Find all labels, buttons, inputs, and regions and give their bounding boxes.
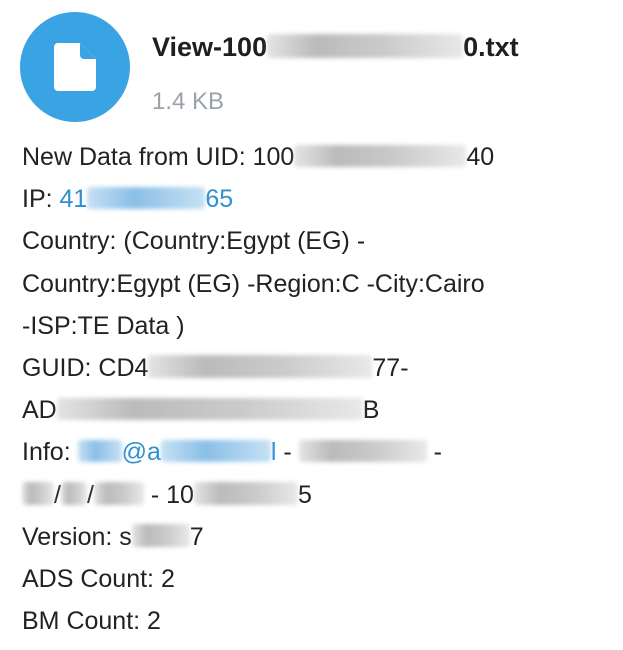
date-mid: - 10 — [143, 480, 194, 509]
date-sep-1: / — [54, 480, 61, 509]
ip-line: IP: 41 65 — [22, 178, 612, 220]
ip-start: 41 — [59, 185, 88, 214]
date-line: / / - 10 5 — [22, 474, 612, 516]
ip-label: IP: — [22, 185, 60, 214]
version-tail: 7 — [189, 522, 204, 551]
country-line-1: Country: (Country:Egypt (EG) - — [22, 227, 366, 256]
date-tail: 5 — [297, 480, 312, 509]
redacted-region — [77, 439, 122, 463]
redacted-region — [160, 439, 271, 463]
uid-label: New Data from UID: 100 — [22, 143, 295, 171]
guid-label: GUID: CD4 — [22, 353, 149, 382]
uid-tail: 40 — [466, 143, 495, 171]
country-line-3: -ISP:TE Data ) — [22, 311, 185, 340]
bm-count: BM Count: 2 — [22, 607, 161, 636]
redacted-region — [148, 355, 373, 378]
redacted-region — [22, 482, 54, 505]
ads-count: ADS Count: 2 — [22, 564, 175, 593]
redacted-region — [56, 397, 363, 421]
email-part: @a — [121, 438, 161, 467]
file-name-suffix: 0.txt — [463, 32, 519, 62]
version-line: Version: s 7 — [22, 516, 612, 558]
redacted-region — [87, 186, 206, 210]
guid-line: GUID: CD4 77- — [22, 347, 612, 389]
message-text: New Data from UID: 100 40 IP: 41 65 Countr… — [22, 136, 612, 642]
file-size: 1.4 KB — [152, 88, 225, 115]
redacted-region — [93, 482, 144, 505]
guid-line-2: AD B — [22, 389, 612, 431]
ip-link[interactable]: 41 65 — [60, 185, 234, 213]
file-attachment[interactable]: View-100 0.txt 1.4 KB — [20, 10, 610, 122]
version-label: Version: s — [22, 522, 132, 551]
email-link[interactable]: @a l — [77, 438, 276, 467]
country-line-2: Country:Egypt (EG) -Region:C -City:Cairo — [22, 269, 485, 298]
redacted-region — [298, 439, 427, 463]
info-label: Info: — [22, 438, 78, 467]
ip-end: 65 — [205, 185, 234, 214]
document-glyph — [54, 43, 96, 91]
info-line: Info: @a l - - — [22, 431, 612, 473]
guid-tail: 77- — [372, 353, 409, 382]
redacted-region — [267, 33, 464, 59]
ad-tail: B — [362, 396, 380, 425]
redacted-region — [193, 482, 298, 505]
redacted-region — [60, 482, 87, 505]
date-sep-2: / — [86, 480, 94, 509]
uid-line: New Data from UID: 100 40 — [22, 136, 612, 178]
redacted-region — [131, 524, 190, 547]
redacted-region — [294, 144, 467, 167]
file-name-prefix: View-100 — [152, 32, 268, 62]
ad-start: AD — [22, 396, 57, 425]
info-dash: - — [276, 438, 299, 467]
document-icon[interactable] — [20, 12, 130, 122]
file-name[interactable]: View-100 0.txt — [152, 32, 519, 63]
info-dash-2: - — [426, 438, 442, 467]
